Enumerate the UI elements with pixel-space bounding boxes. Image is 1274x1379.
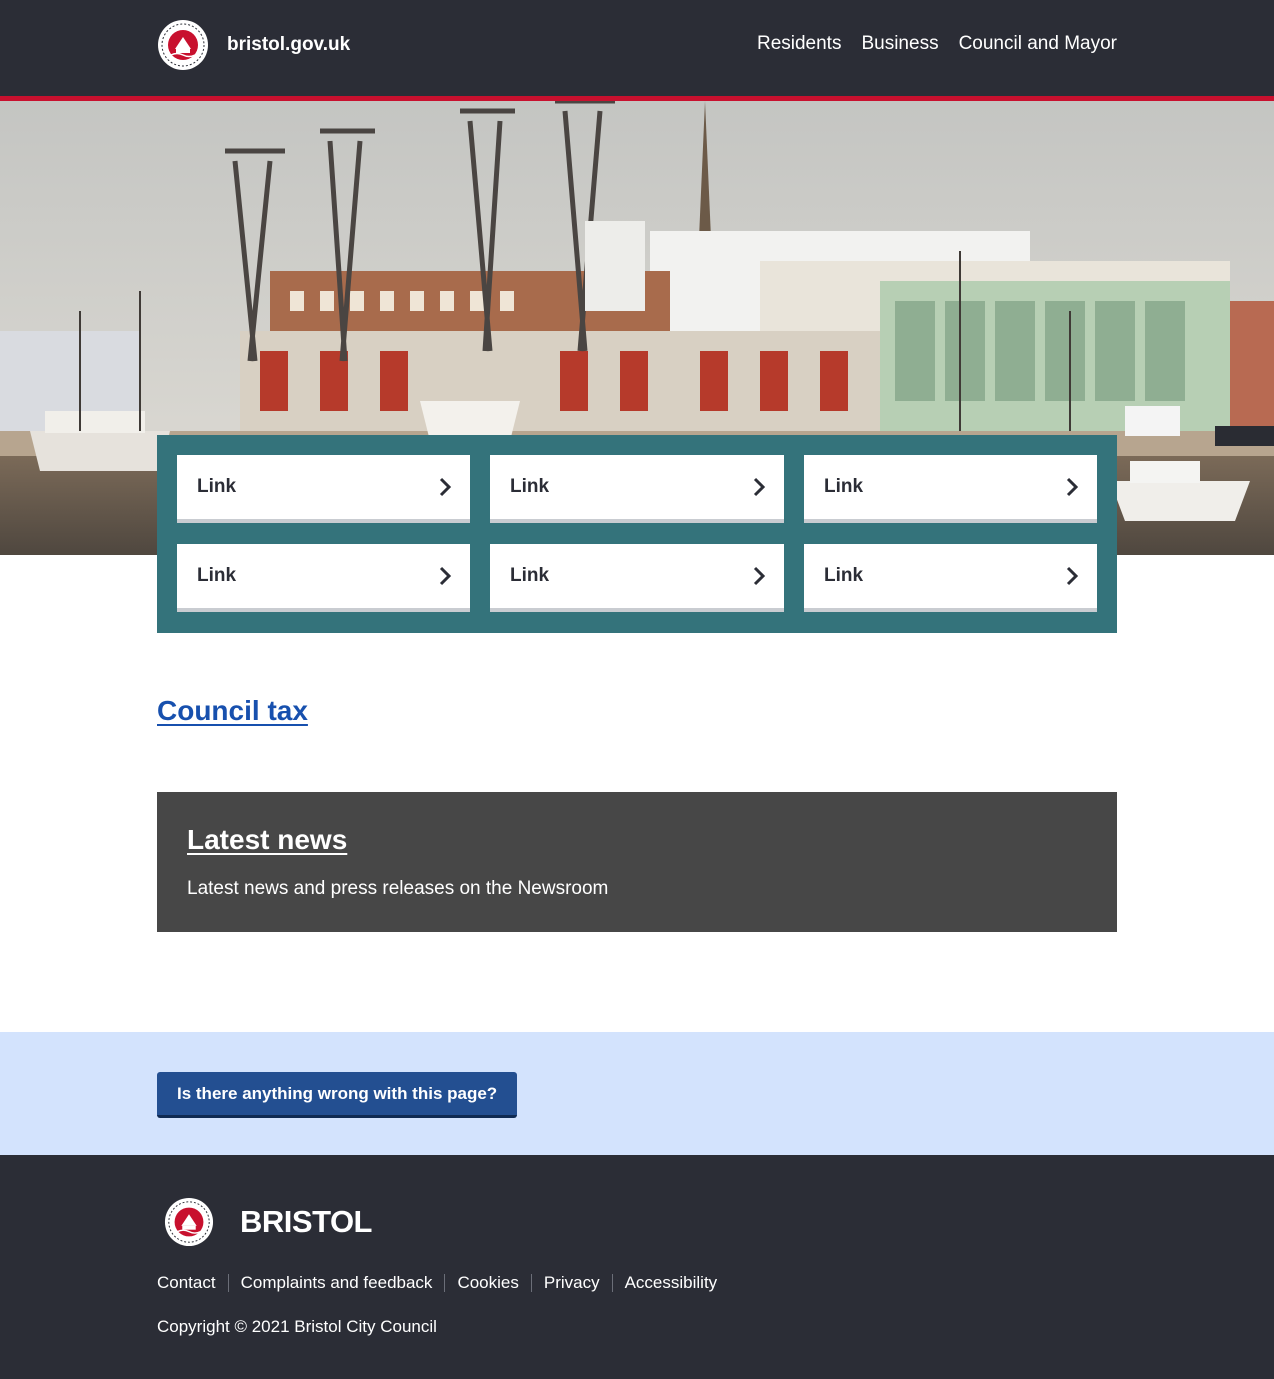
footer-link-accessibility[interactable]: Accessibility — [625, 1273, 718, 1293]
footer-link-complaints[interactable]: Complaints and feedback — [241, 1273, 433, 1293]
quick-links-panel: Link Link Link Link Link Link — [157, 435, 1117, 633]
chevron-right-icon — [439, 477, 452, 497]
bristol-wordmark-logo: BRISTOL — [240, 1204, 373, 1239]
nav-business[interactable]: Business — [861, 33, 938, 55]
nav-residents[interactable]: Residents — [757, 33, 842, 55]
footer-link-contact[interactable]: Contact — [157, 1273, 216, 1293]
chevron-right-icon — [1066, 477, 1079, 497]
chevron-right-icon — [753, 566, 766, 586]
site-name: bristol.gov.uk — [227, 34, 351, 55]
latest-news-panel: Latest news Latest news and press releas… — [157, 792, 1117, 932]
quick-link-label: Link — [197, 565, 237, 586]
main-nav: Residents Business Council and Mayor — [757, 33, 1117, 55]
quick-link-card[interactable]: Link — [177, 455, 470, 523]
quick-link-card[interactable]: Link — [490, 544, 784, 612]
footer-links: Contact Complaints and feedback Cookies … — [157, 1273, 717, 1293]
quick-link-label: Link — [824, 476, 864, 497]
footer-link-divider — [227, 1274, 229, 1292]
chevron-right-icon — [753, 477, 766, 497]
council-tax-link[interactable]: Council tax — [157, 695, 308, 727]
latest-news-link[interactable]: Latest news — [187, 824, 347, 856]
city-council-crest-icon — [164, 1197, 214, 1247]
quick-link-card[interactable]: Link — [804, 544, 1097, 612]
latest-news-description: Latest news and press releases on the Ne… — [187, 878, 609, 899]
quick-link-card[interactable]: Link — [177, 544, 470, 612]
footer-link-divider — [444, 1274, 446, 1292]
report-problem-button[interactable]: Is there anything wrong with this page? — [157, 1072, 518, 1118]
footer-link-divider — [611, 1274, 613, 1292]
quick-link-label: Link — [510, 476, 550, 497]
quick-links-grid: Link Link Link Link Link Link — [177, 455, 1097, 612]
site-footer: BRISTOL Contact Complaints and feedback … — [0, 1155, 1274, 1379]
quick-link-label: Link — [197, 476, 237, 497]
footer-link-privacy[interactable]: Privacy — [544, 1273, 600, 1293]
quick-link-card[interactable]: Link — [490, 455, 784, 523]
footer-logos: BRISTOL — [164, 1197, 373, 1247]
site-header: bristol.gov.uk Residents Business Counci… — [0, 0, 1274, 96]
quick-link-card[interactable]: Link — [804, 455, 1097, 523]
chevron-right-icon — [1066, 566, 1079, 586]
copyright-text: Copyright © 2021 Bristol City Council — [157, 1317, 437, 1336]
city-council-crest-icon — [158, 20, 208, 70]
chevron-right-icon — [439, 566, 452, 586]
page-feedback-band: Is there anything wrong with this page? — [0, 1032, 1274, 1155]
footer-link-cookies[interactable]: Cookies — [457, 1273, 518, 1293]
quick-link-label: Link — [510, 565, 550, 586]
quick-link-label: Link — [824, 565, 864, 586]
home-logo-link[interactable]: bristol.gov.uk — [157, 19, 350, 71]
nav-council-and-mayor[interactable]: Council and Mayor — [959, 33, 1117, 55]
footer-link-divider — [530, 1274, 532, 1292]
